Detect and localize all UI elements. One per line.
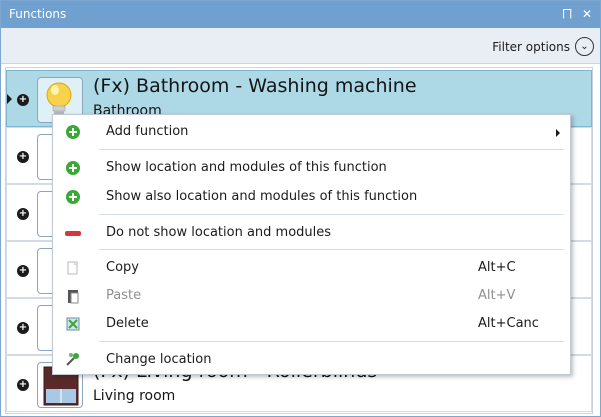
menu-item-label: Paste bbox=[106, 288, 142, 303]
menu-item-show-location[interactable]: Show location and modules of this functi… bbox=[53, 155, 570, 181]
menu-separator bbox=[99, 214, 564, 215]
copy-icon bbox=[64, 259, 82, 277]
menu-item-shortcut: Alt+Canc bbox=[478, 316, 539, 331]
menu-item-label: Do not show location and modules bbox=[106, 225, 332, 240]
expand-icon[interactable]: + bbox=[17, 208, 29, 220]
menu-item-shortcut: Alt+V bbox=[478, 288, 516, 303]
paste-icon bbox=[64, 287, 82, 305]
filter-options-button[interactable]: Filter options ⌄ bbox=[492, 37, 594, 56]
panel-titlebar: Functions ⨅ ✕ bbox=[1, 1, 600, 28]
menu-item-change-location[interactable]: Change location bbox=[53, 347, 570, 373]
menu-item-shortcut: Alt+C bbox=[478, 260, 516, 275]
menu-item-label: Show location and modules of this functi… bbox=[106, 160, 387, 175]
panel-title: Functions bbox=[9, 7, 67, 21]
plus-icon bbox=[64, 123, 82, 141]
menu-item-delete[interactable]: Delete Alt+Canc bbox=[53, 311, 570, 337]
menu-item-add-function[interactable]: Add function bbox=[53, 119, 570, 145]
chevron-down-icon: ⌄ bbox=[575, 37, 594, 56]
menu-item-paste[interactable]: Paste Alt+V bbox=[53, 283, 570, 309]
pin-icon[interactable]: ⨅ bbox=[562, 1, 572, 28]
menu-item-label: Add function bbox=[106, 124, 189, 139]
filter-options-label: Filter options bbox=[492, 39, 570, 54]
menu-item-do-not-show[interactable]: Do not show location and modules bbox=[53, 220, 570, 246]
menu-item-label: Change location bbox=[106, 352, 212, 367]
plus-icon bbox=[64, 188, 82, 206]
delete-icon bbox=[64, 315, 82, 333]
expand-icon[interactable]: + bbox=[17, 379, 29, 391]
expand-icon[interactable]: + bbox=[17, 322, 29, 334]
current-row-marker bbox=[7, 94, 12, 104]
expand-icon[interactable]: + bbox=[17, 151, 29, 163]
filter-bar: Filter options ⌄ bbox=[1, 28, 600, 64]
menu-separator bbox=[99, 249, 564, 250]
menu-item-show-also-location[interactable]: Show also location and modules of this f… bbox=[53, 184, 570, 210]
function-location: Living room bbox=[93, 388, 176, 404]
expand-icon[interactable]: + bbox=[17, 265, 29, 277]
context-menu: Add function Show location and modules o… bbox=[52, 114, 571, 375]
titlebar-buttons: ⨅ ✕ bbox=[562, 1, 592, 28]
menu-item-label: Copy bbox=[106, 260, 139, 275]
menu-item-label: Show also location and modules of this f… bbox=[106, 189, 418, 204]
menu-separator bbox=[99, 149, 564, 150]
change-location-icon bbox=[64, 351, 82, 369]
submenu-arrow-icon bbox=[556, 129, 560, 137]
menu-item-copy[interactable]: Copy Alt+C bbox=[53, 255, 570, 281]
function-name: (Fx) Bathroom - Washing machine bbox=[93, 75, 417, 97]
plus-icon bbox=[64, 159, 82, 177]
functions-panel: Functions ⨅ ✕ Filter options ⌄ + (Fx) Ba… bbox=[0, 0, 601, 417]
minus-icon bbox=[64, 224, 82, 242]
menu-separator bbox=[99, 341, 564, 342]
menu-item-label: Delete bbox=[106, 316, 149, 331]
expand-icon[interactable]: + bbox=[17, 94, 29, 106]
close-icon[interactable]: ✕ bbox=[582, 1, 592, 28]
